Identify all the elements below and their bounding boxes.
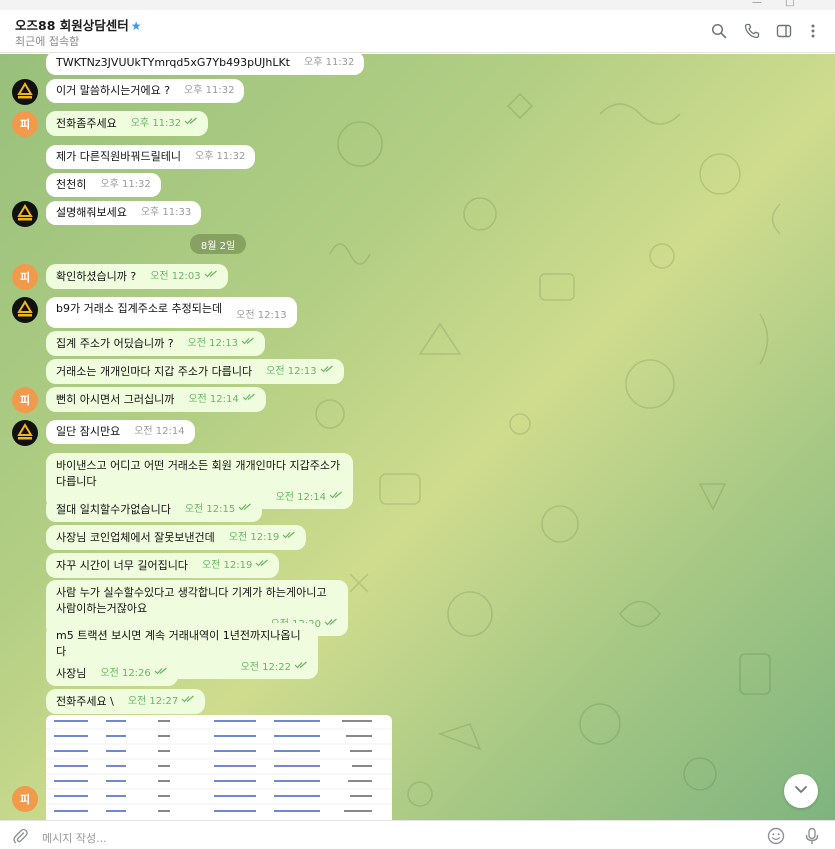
read-checks-icon [320,363,334,379]
paperclip-icon[interactable] [10,826,30,846]
chat-title[interactable]: 오즈88 회원상담센터 ★ [15,15,142,34]
message-bubble[interactable]: 자꾸 시간이 너무 길어집니다 오전 12:19 [46,553,280,578]
message-time: 오전 12:03 [150,268,217,285]
message-text: m5 트랙션 보시면 계속 거래내역이 1년전까지나옵니다 [56,629,301,658]
read-checks-icon [324,616,338,632]
message-bubble[interactable]: 거래소는 개개인마다 지갑 주소가 다릅니다 오전 12:13 [46,359,344,384]
read-checks-icon [204,268,218,284]
microphone-icon[interactable] [802,826,822,846]
message-time: 오전 12:13 [266,363,333,380]
message-text: 뻔히 아시면서 그러십니까 [56,393,175,406]
message-time: 오전 12:26 [100,665,167,682]
message-bubble[interactable]: 전화주세요 \ 오전 12:27 [46,689,206,714]
chat-status: 최근에 접속함 [15,35,80,48]
read-checks-icon [242,391,256,407]
chat-history[interactable]: TWKTNz3JVUUkTYmrqd5xG7Yb493pUJhLKt 오후 11:… [0,54,835,820]
read-checks-icon [238,501,252,517]
search-icon[interactable] [709,21,729,41]
avatar[interactable] [12,297,38,323]
message-time: 오전 12:14 [188,391,255,408]
message-bubble[interactable]: 사장님 오전 12:26 [46,661,178,686]
avatar[interactable] [12,420,38,446]
message-time: 오후 11:32 [184,85,235,96]
message-bubble[interactable]: 집계 주소가 어딨습니까 ? 오전 12:13 [46,331,265,356]
message-text: 바이낸스고 어디고 어떤 거래소든 회원 개개인마다 지갑주소가 다릅니다 [56,459,341,488]
scroll-to-bottom-button[interactable] [784,774,818,808]
minimize-button[interactable]: — [752,0,762,8]
message-bubble[interactable]: 제가 다른직원바꿔드릴테니 오후 11:32 [46,145,256,169]
message-text: b9가 거래소 집계주소로 추정되는데 [56,302,223,315]
message-text: 자꾸 시간이 너무 길어집니다 [56,559,188,572]
verified-icon: ★ [130,19,142,33]
message-time: 오전 12:13 [236,310,287,321]
avatar[interactable]: 피 [12,387,38,413]
sidebar-toggle-icon[interactable] [774,21,794,41]
message-text: 집계 주소가 어딨습니까 ? [56,337,174,350]
message-time: 오전 12:27 [128,693,195,710]
more-vertical-icon[interactable] [803,21,823,41]
message-text: TWKTNz3JVUUkTYmrqd5xG7Yb493pUJhLKt [56,56,290,69]
message-time: 오후 11:32 [304,57,355,68]
attachment-thumbnail [46,720,392,812]
message-text: 천천히 [56,178,87,191]
message-time: 오전 12:13 [188,335,255,352]
message-time: 오전 12:19 [202,557,269,574]
chat-title-text: 오즈88 회원상담센터 [15,18,129,33]
avatar[interactable]: 피 [12,786,38,812]
image-attachment[interactable] [46,715,392,820]
message-time: 오전 12:15 [185,501,252,518]
window-titlebar: — □ [0,0,835,10]
message-text: 일단 잠시만요 [56,425,121,438]
message-bubble[interactable]: 일단 잠시만요 오전 12:14 [46,420,195,444]
maximize-button[interactable]: □ [785,0,794,8]
message-text: 거래소는 개개인마다 지갑 주소가 다릅니다 [56,365,253,378]
message-bubble[interactable]: 설명해줘보세요 오후 11:33 [46,201,202,225]
avatar[interactable] [12,79,38,105]
message-text: 전화주세요 \ [56,695,114,708]
message-text: 사장님 [56,667,87,680]
message-bubble[interactable]: 사장님 코인업체에서 잘못보낸건데 오전 12:19 [46,525,307,550]
message-bubble[interactable]: b9가 거래소 집계주소로 추정되는데오전 12:13 [46,297,297,328]
message-time: 오전 12:19 [229,529,296,546]
read-checks-icon [154,665,168,681]
avatar[interactable]: 피 [12,111,38,137]
message-time: 오후 11:32 [131,115,198,132]
read-checks-icon [282,529,296,545]
read-checks-icon [184,115,198,131]
message-bubble[interactable]: 천천히 오후 11:32 [46,173,161,197]
message-bubble[interactable]: 확인하셨습니까 ? 오전 12:03 [46,264,228,289]
message-time: 오후 11:33 [140,207,192,218]
message-bubble[interactable]: TWKTNz3JVUUkTYmrqd5xG7Yb493pUJhLKt 오후 11:… [46,54,365,75]
message-text: 설명해줘보세요 [56,206,127,219]
message-time: 오후 11:32 [194,151,246,162]
message-composer: 메시지 작성... [0,820,835,849]
message-input[interactable]: 메시지 작성... [42,830,107,846]
read-checks-icon [241,335,255,351]
avatar[interactable] [12,201,38,227]
read-checks-icon [329,489,343,505]
phone-icon[interactable] [742,21,762,41]
message-text: 사장님 코인업체에서 잘못보낸건데 [56,531,215,544]
read-checks-icon [294,659,308,675]
message-text: 절대 일치할수가없습니다 [56,503,171,516]
message-bubble[interactable]: 이거 말씀하시는거에요 ? 오후 11:32 [46,79,245,103]
message-bubble[interactable]: 전화좀주세요 오후 11:32 [46,111,209,136]
chevron-down-icon [793,781,809,801]
message-text: 확인하셨습니까 ? [56,270,137,283]
message-time: 오후 11:32 [100,179,151,190]
chat-header: 오즈88 회원상담센터 ★ 최근에 접속함 [0,10,835,53]
message-bubble[interactable]: 절대 일치할수가없습니다 오전 12:15 [46,497,263,522]
emoji-icon[interactable] [766,826,786,846]
message-time: 오전 12:14 [134,426,185,437]
date-separator: 8월 2일 [190,234,246,254]
message-text: 제가 다른직원바꿔드릴테니 [56,150,181,163]
avatar[interactable]: 피 [12,264,38,290]
message-text: 사람 누가 실수할수있다고 생각합니다 기계가 하는게아니고 사람이하는거잖아요 [56,586,327,615]
message-text: 이거 말씀하시는거에요 ? [56,84,171,97]
read-checks-icon [181,693,195,709]
message-bubble[interactable]: 뻔히 아시면서 그러십니까 오전 12:14 [46,387,266,412]
read-checks-icon [255,557,269,573]
message-text: 전화좀주세요 [56,117,117,130]
